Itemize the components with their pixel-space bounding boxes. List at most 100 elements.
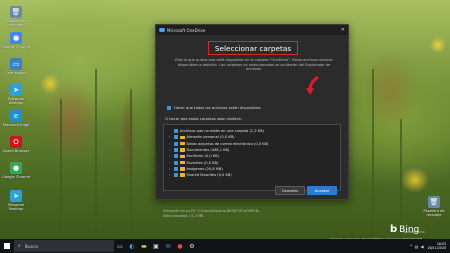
taskbar-clock[interactable]: 18:03 26/11/2020 <box>428 242 446 250</box>
windows-logo-icon <box>4 243 10 249</box>
selected-size-text: Seleccionados: 21,3 MB <box>163 213 204 218</box>
taskbar-search-box[interactable]: ⌕ Buscar <box>14 240 114 252</box>
desktop-icon-label: Papelera de reciclaje <box>5 19 27 27</box>
desktop-icon[interactable]: ➤ Telegram Desktop <box>2 84 30 105</box>
grass-decoration <box>95 69 97 239</box>
expand-chevron-icon[interactable]: › <box>169 135 173 139</box>
app-icon: ➤ <box>10 84 22 96</box>
onedrive-dialog: Microsoft OneDrive ✕ Seleccionar carpeta… <box>155 24 349 218</box>
app-icon: ● <box>10 162 22 174</box>
folder-checkbox[interactable] <box>174 135 178 140</box>
clock-date: 26/11/2020 <box>427 246 446 250</box>
explorer-icon[interactable]: ▬ <box>138 240 150 252</box>
bing-logo-icon: b <box>390 224 398 235</box>
search-icon: ⌕ <box>18 243 21 249</box>
red-arrow-annotation <box>306 75 319 95</box>
window-title: Microsoft OneDrive <box>167 27 206 33</box>
expand-chevron-icon[interactable]: › <box>169 142 173 146</box>
desktop-icon-label: Google Chrome <box>2 175 30 179</box>
visible-folders-label: O hacer que estas carpetas sean visibles… <box>165 117 242 121</box>
edition-text: Windows 10 Pro <box>404 231 425 234</box>
accept-button[interactable]: Aceptar <box>307 186 337 195</box>
folder-icon <box>180 173 185 177</box>
folder-icon <box>180 154 185 159</box>
folder-row[interactable]: › Shared favorites (0,0 KB) <box>169 172 340 178</box>
folder-icon <box>180 160 185 165</box>
folder-checkbox[interactable] <box>174 129 178 134</box>
search-placeholder: Buscar <box>24 243 39 249</box>
app-icon: ➤ <box>10 190 22 202</box>
store-icon[interactable]: ▣ <box>150 240 162 252</box>
all-files-checkbox[interactable] <box>167 106 171 110</box>
expand-chevron-icon[interactable]: › <box>169 154 173 158</box>
settings-icon[interactable]: ⚙ <box>186 240 198 252</box>
desktop-icon[interactable]: ➤ Telegram Desktop <box>2 190 30 211</box>
network-icon[interactable]: ▤ <box>415 244 419 249</box>
folder-checkbox[interactable] <box>174 154 178 159</box>
app-icon: e <box>10 110 22 122</box>
dialog-footer-info: Ubicación en su PC: C:\Users\Usuario.DES… <box>163 209 283 218</box>
folder-label: Documentos (446,1 KB) <box>186 148 230 153</box>
desktop-icon[interactable]: ● Google Chrome <box>2 32 30 49</box>
folder-label: Escritorio (0,0 KB) <box>186 154 220 159</box>
grass-decoration <box>60 99 62 239</box>
dialog-titlebar[interactable]: Microsoft OneDrive ✕ <box>156 25 348 35</box>
desktop-icon[interactable]: e Microsoft Edge <box>2 110 30 127</box>
grass-decoration <box>372 69 374 239</box>
desktop-icon-label: Papelera de reciclaje <box>423 209 445 217</box>
app-icon: ▭ <box>10 58 22 70</box>
close-icon[interactable]: ✕ <box>341 27 345 33</box>
app-icon: O <box>10 136 22 148</box>
folder-label: Favorites (0,0 KB) <box>186 160 219 165</box>
onedrive-icon <box>159 28 165 32</box>
folder-label: Almacén personal (0,0 KB) <box>186 135 235 140</box>
expand-chevron-icon[interactable]: › <box>169 148 173 152</box>
expand-chevron-icon[interactable]: › <box>169 173 173 177</box>
app-icon: 🗑 <box>10 6 22 18</box>
cancel-button[interactable]: Cancelar <box>275 186 305 195</box>
folder-label: Datos adjuntos de correo electrónico (0,… <box>186 141 269 146</box>
grass-decoration <box>130 89 132 239</box>
all-files-option[interactable]: Hacer que todos los archivos estén dispo… <box>167 106 261 110</box>
desktop-icon-label: Opera Browser <box>2 149 30 153</box>
mail-icon[interactable]: ✉ <box>162 240 174 252</box>
recycle-bin-icon: 🗑 <box>428 196 440 208</box>
task-view-icon[interactable]: ▭ <box>114 240 126 252</box>
desktop-icon-label: Telegram Desktop <box>7 97 25 105</box>
folder-label: Shared favorites (0,0 KB) <box>186 173 232 178</box>
app-icon: ● <box>10 32 22 44</box>
folder-checkbox[interactable] <box>174 173 178 178</box>
volume-icon[interactable]: ◀ <box>421 244 424 249</box>
desktop-icon[interactable]: ● Google Chrome <box>2 162 30 179</box>
desktop-icon-recycle-bin[interactable]: 🗑 Papelera de reciclaje <box>420 196 448 217</box>
folder-checkbox[interactable] <box>174 166 178 171</box>
expand-chevron-icon[interactable]: › <box>169 167 173 171</box>
folder-icon <box>180 141 185 146</box>
all-files-label: Hacer que todos los archivos estén dispo… <box>174 106 261 110</box>
onedrive-taskbar-icon[interactable]: ● <box>174 240 186 252</box>
folder-icon <box>180 167 185 171</box>
desktop-icon-label: Google Chrome <box>2 45 30 49</box>
chevron-up-icon[interactable]: ^ <box>409 244 412 249</box>
desktop-icon-label: Este equipo <box>5 71 27 75</box>
expand-chevron-icon[interactable]: › <box>169 161 173 165</box>
desktop-icon[interactable]: O Opera Browser <box>2 136 30 153</box>
edge-icon[interactable]: ◐ <box>126 240 138 252</box>
folder-checkbox[interactable] <box>174 160 178 165</box>
folder-checkbox[interactable] <box>174 148 178 153</box>
dialog-heading-highlight: Seleccionar carpetas <box>208 41 298 55</box>
desktop-icon[interactable]: 🗑 Papelera de reciclaje <box>2 6 30 27</box>
start-button[interactable] <box>0 239 14 253</box>
grass-decoration <box>400 119 402 239</box>
dialog-heading: Seleccionar carpetas <box>214 43 292 53</box>
desktop-icon-label: Microsoft Edge <box>2 123 30 127</box>
taskbar: ⌕ Buscar ▭ ◐ ▬ ▣ ✉ ● ⚙ ^ ▤ ◀ 18:03 26/11… <box>0 239 450 253</box>
folder-checkbox[interactable] <box>174 141 178 146</box>
dialog-description: Elija lo que quiere que esté disponible … <box>175 58 333 72</box>
folder-icon <box>180 148 185 152</box>
desktop-icon-label: Telegram Desktop <box>7 203 25 211</box>
folder-label: Imágenes (20,8 MB) <box>186 166 223 171</box>
folder-label: Archivos que no están en una carpeta (1,… <box>180 129 265 134</box>
desktop-icon[interactable]: ▭ Este equipo <box>2 58 30 75</box>
system-tray: ^ ▤ ◀ 18:03 26/11/2020 <box>407 242 450 250</box>
